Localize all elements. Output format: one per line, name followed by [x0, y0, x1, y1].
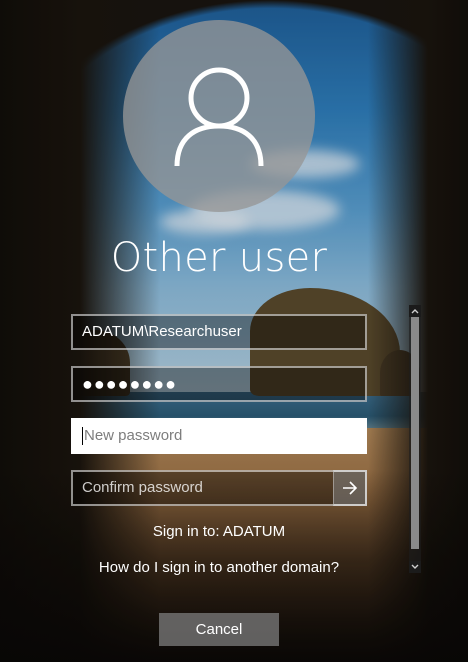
text-caret [82, 427, 83, 446]
scroll-thumb[interactable] [411, 317, 419, 549]
vertical-scrollbar[interactable] [409, 305, 421, 573]
another-domain-help-link[interactable]: How do I sign in to another domain? [0, 556, 438, 580]
user-silhouette-icon [174, 67, 264, 167]
user-display-name: Other user [110, 235, 328, 281]
arrow-right-icon [342, 481, 357, 495]
chevron-up-icon [411, 309, 419, 314]
new-password-field[interactable]: New password [71, 418, 367, 454]
sign-in-domain-text: Sign in to: ADATUM [152, 523, 286, 540]
password-mask: ●●●●●●●● [82, 374, 177, 394]
scroll-up-button[interactable] [409, 305, 421, 317]
old-password-field[interactable]: ●●●●●●●● [71, 366, 367, 402]
username-field[interactable]: ADATUM\Researchuser [71, 314, 367, 350]
username-value: ADATUM\Researchuser [82, 323, 242, 340]
new-password-placeholder: New password [84, 427, 183, 445]
chevron-down-icon [411, 564, 419, 569]
cancel-button[interactable]: Cancel [159, 613, 279, 646]
submit-button[interactable] [333, 470, 367, 506]
confirm-password-placeholder: Confirm password [82, 479, 203, 496]
scroll-down-button[interactable] [409, 561, 421, 573]
confirm-password-field[interactable]: Confirm password [71, 470, 367, 506]
user-avatar [123, 20, 315, 212]
